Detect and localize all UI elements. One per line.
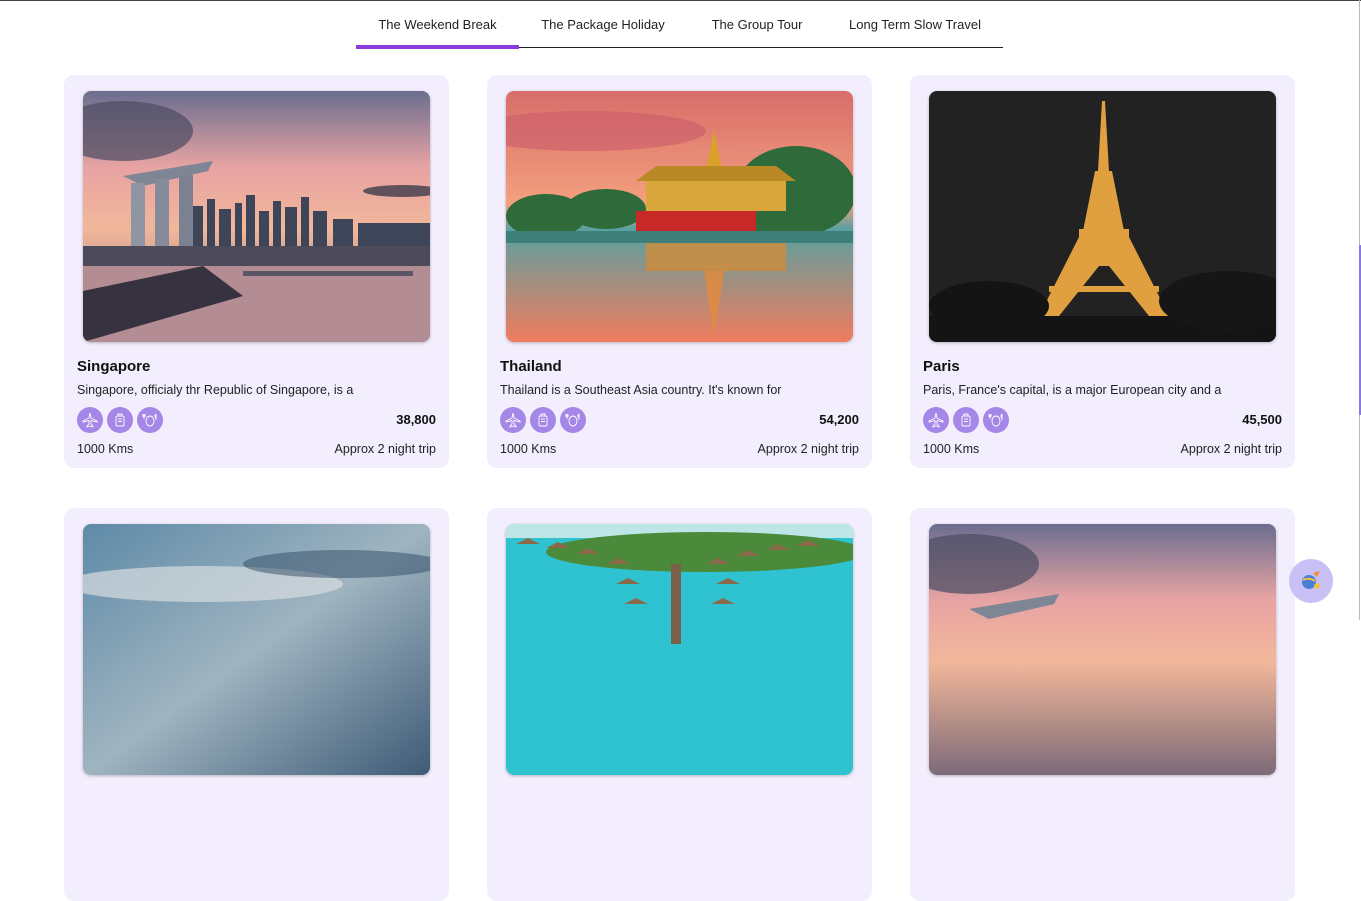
luggage-icon [953, 407, 979, 433]
travel-assistant-button[interactable] [1289, 559, 1333, 603]
card-description: Thailand is a Southeast Asia country. It… [500, 383, 782, 397]
airplane-icon [77, 407, 103, 433]
luggage-icon [107, 407, 133, 433]
tab-slow-travel[interactable]: Long Term Slow Travel [827, 0, 1003, 48]
card-duration: Approx 2 night trip [757, 442, 859, 456]
destination-card[interactable] [64, 508, 449, 901]
meal-icon [137, 407, 163, 433]
tab-weekend-break[interactable]: The Weekend Break [356, 0, 519, 49]
eiffel-tower-image [929, 91, 1276, 342]
thailand-temple-image [506, 91, 853, 342]
singapore-skyline-image [83, 91, 430, 342]
card-price: 45,500 [1242, 412, 1282, 427]
card-feature-icons [500, 407, 586, 433]
destination-card[interactable] [487, 508, 872, 901]
airplane-icon [923, 407, 949, 433]
luggage-icon [530, 407, 556, 433]
card-title: Singapore [77, 358, 151, 375]
trip-type-tabs: The Weekend Break The Package Holiday Th… [356, 0, 1003, 49]
card-price: 38,800 [396, 412, 436, 427]
meal-icon [560, 407, 586, 433]
card-distance: 1000 Kms [77, 442, 134, 456]
card-duration: Approx 2 night trip [1180, 442, 1282, 456]
destination-card-paris[interactable]: Paris Paris, France's capital, is a majo… [910, 75, 1295, 468]
travel-assistant-icon [1302, 571, 1320, 589]
card-feature-icons [77, 407, 163, 433]
card-distance: 1000 Kms [500, 442, 557, 456]
card-duration: Approx 2 night trip [334, 442, 436, 456]
overwater-bungalows-image [506, 524, 853, 775]
meal-icon [983, 407, 1009, 433]
destination-card-thailand[interactable]: Thailand Thailand is a Southeast Asia co… [487, 75, 872, 468]
card-description: Paris, France's capital, is a major Euro… [923, 383, 1222, 397]
card-description: Singapore, officialy thr Republic of Sin… [77, 383, 354, 397]
card-title: Paris [923, 358, 960, 375]
airplane-icon [500, 407, 526, 433]
card-price: 54,200 [819, 412, 859, 427]
card-distance: 1000 Kms [923, 442, 980, 456]
card-title: Thailand [500, 358, 562, 375]
tab-group-tour[interactable]: The Group Tour [687, 0, 827, 48]
card-feature-icons [923, 407, 1009, 433]
singapore-skyline-image [929, 524, 1276, 775]
destination-card[interactable] [910, 508, 1295, 901]
tab-package-holiday[interactable]: The Package Holiday [519, 0, 687, 48]
cloudy-sky-image [83, 524, 430, 775]
destination-card-singapore[interactable]: Singapore Singapore, officialy thr Repub… [64, 75, 449, 468]
